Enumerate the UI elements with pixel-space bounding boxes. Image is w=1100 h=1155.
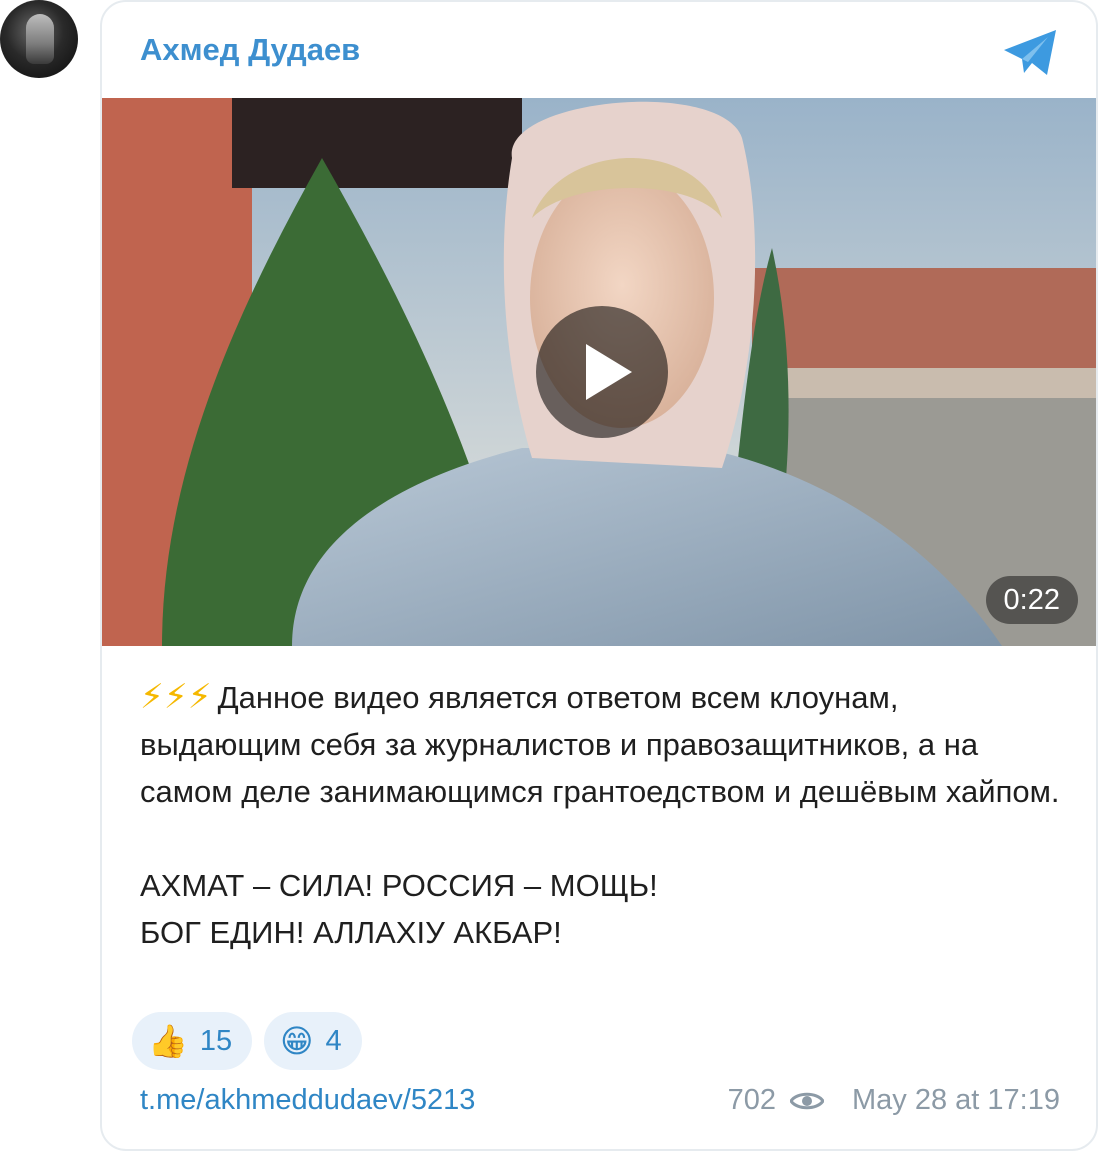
channel-avatar[interactable] — [0, 0, 78, 78]
post-main-text: Данное видео является ответом всем клоун… — [140, 680, 1060, 809]
reaction-grinning[interactable]: 😁 4 — [264, 1012, 362, 1070]
grinning-face-icon: 😁 — [280, 1023, 314, 1059]
view-count: 702 — [727, 1084, 777, 1116]
reaction-count: 15 — [199, 1024, 233, 1057]
eye-icon — [790, 1092, 825, 1109]
post-line-3: БОГ ЕДИН! АЛЛАХIУ АКБАР! — [140, 915, 562, 950]
avatar-figure — [26, 14, 54, 64]
play-button[interactable] — [536, 306, 668, 438]
video-player[interactable]: 0:22 — [102, 98, 1096, 646]
video-duration: 0:22 — [985, 576, 1078, 624]
post-link[interactable]: t.me/akhmeddudaev/5213 — [140, 1084, 475, 1117]
post-text: ⚡⚡⚡ Данное видео является ответом всем кл… — [140, 674, 1060, 956]
reaction-count: 4 — [325, 1024, 342, 1057]
telegram-icon[interactable] — [1002, 28, 1060, 78]
message-bubble: Ахмед Дудаев 0:22 ⚡⚡⚡ Данное видео являе… — [100, 0, 1098, 1151]
post-date: May 28 at 17:19 — [852, 1084, 1060, 1116]
post-line-2: АХМАТ – СИЛА! РОССИЯ – МОЩЬ! — [140, 868, 658, 903]
lightning-icon: ⚡⚡⚡ — [140, 678, 212, 716]
reaction-thumbs-up[interactable]: 👍 15 — [132, 1012, 253, 1070]
reactions-bar: 👍 15 😁 4 — [132, 1012, 362, 1070]
post-meta: 702 May 28 at 17:19 — [728, 1084, 1060, 1117]
channel-name[interactable]: Ахмед Дудаев — [140, 32, 360, 68]
thumbs-up-icon: 👍 — [148, 1023, 188, 1059]
